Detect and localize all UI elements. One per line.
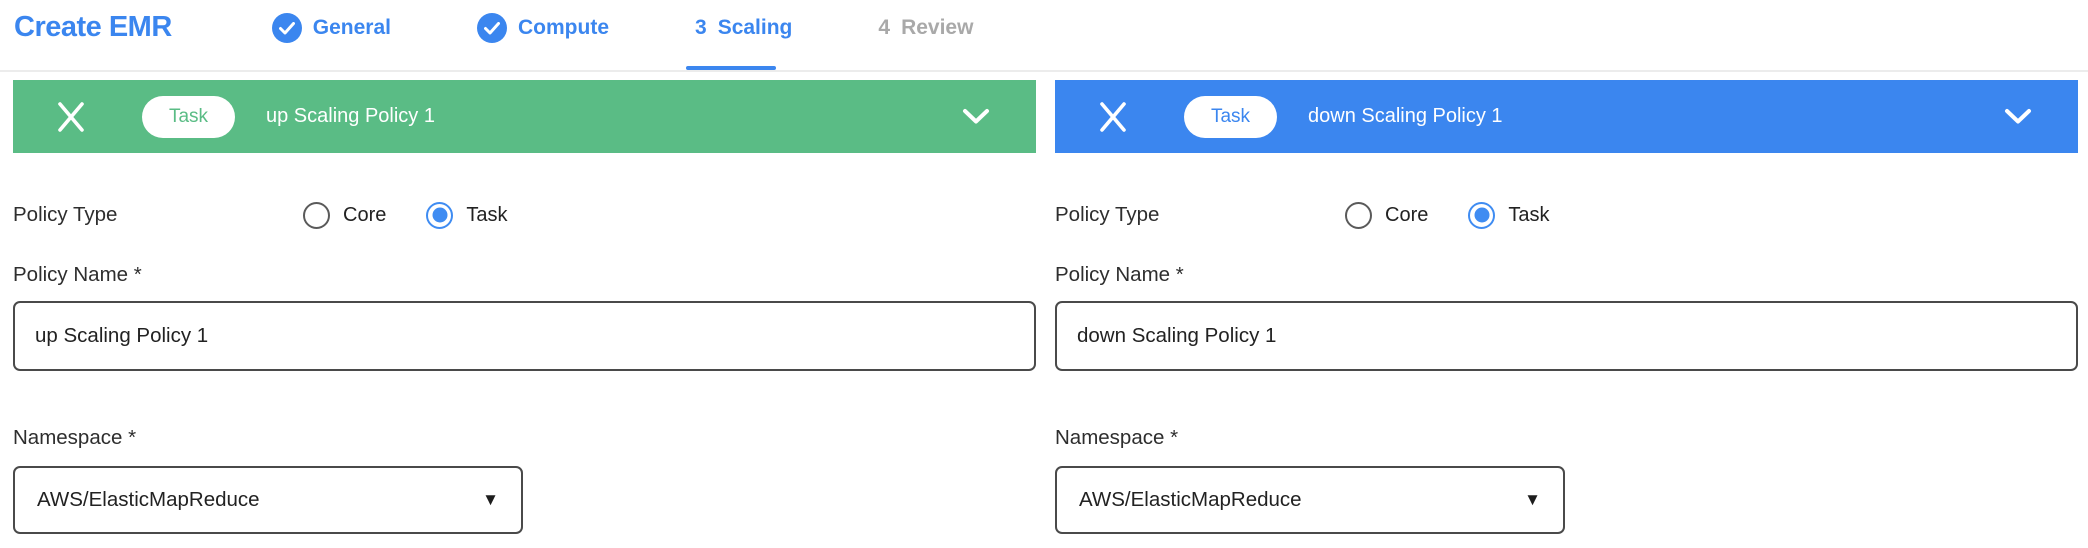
policy-card-header[interactable]: Task down Scaling Policy 1 xyxy=(1055,80,2078,153)
page-title: Create EMR xyxy=(14,12,172,42)
namespace-select[interactable]: AWS/ElasticMapReduce ▼ xyxy=(1055,466,1565,534)
radio-task-circle-icon[interactable] xyxy=(426,202,453,229)
radio-core-label: Core xyxy=(1385,204,1428,227)
policy-type-badge: Task xyxy=(1184,96,1277,138)
policy-type-badge: Task xyxy=(142,96,235,138)
caret-down-icon: ▼ xyxy=(1524,490,1541,510)
radio-task[interactable]: Task xyxy=(1468,202,1549,229)
step-label: Scaling xyxy=(718,16,793,40)
close-icon[interactable] xyxy=(55,100,87,134)
policy-name-input[interactable] xyxy=(13,301,1036,371)
namespace-select[interactable]: AWS/ElasticMapReduce ▼ xyxy=(13,466,523,534)
chevron-down-icon[interactable] xyxy=(2004,108,2032,125)
namespace-select-value: AWS/ElasticMapReduce xyxy=(37,488,260,512)
policy-card-title: up Scaling Policy 1 xyxy=(266,105,435,128)
radio-core[interactable]: Core xyxy=(1345,202,1428,229)
policy-name-input[interactable] xyxy=(1055,301,2078,371)
radio-task-label: Task xyxy=(1508,204,1549,227)
radio-core-circle-icon[interactable] xyxy=(303,202,330,229)
radio-task-circle-icon[interactable] xyxy=(1468,202,1495,229)
step-label: Compute xyxy=(518,16,609,40)
step-number: 4 xyxy=(878,16,890,40)
step-label: Review xyxy=(901,16,973,40)
radio-core-label: Core xyxy=(343,204,386,227)
step-compute[interactable]: Compute xyxy=(477,12,609,44)
scale-down-policy-card: Task down Scaling Policy 1 Policy Type C… xyxy=(1055,80,2078,534)
namespace-label: Namespace * xyxy=(13,426,1036,450)
policy-type-label: Policy Type xyxy=(13,203,303,227)
radio-core-circle-icon[interactable] xyxy=(1345,202,1372,229)
policy-name-label: Policy Name * xyxy=(13,263,1036,287)
step-general[interactable]: General xyxy=(272,12,391,44)
step-scaling[interactable]: 3 Scaling xyxy=(695,12,792,44)
check-circle-icon xyxy=(477,13,507,43)
step-review[interactable]: 4 Review xyxy=(878,12,973,44)
scaling-policies-row: Task up Scaling Policy 1 Policy Type Cor… xyxy=(0,72,2088,534)
wizard-header: Create EMR General Compute 3 Scaling 4 R… xyxy=(0,0,2088,72)
policy-type-row: Policy Type Core Task xyxy=(13,200,1036,230)
check-circle-icon xyxy=(272,13,302,43)
policy-type-label: Policy Type xyxy=(1055,203,1345,227)
chevron-down-icon[interactable] xyxy=(962,108,990,125)
namespace-label: Namespace * xyxy=(1055,426,2078,450)
step-number: 3 xyxy=(695,16,707,40)
radio-task-label: Task xyxy=(466,204,507,227)
step-label: General xyxy=(313,16,391,40)
caret-down-icon: ▼ xyxy=(482,490,499,510)
close-icon[interactable] xyxy=(1097,100,1129,134)
scale-up-policy-card: Task up Scaling Policy 1 Policy Type Cor… xyxy=(13,80,1036,534)
policy-type-row: Policy Type Core Task xyxy=(1055,200,2078,230)
radio-task[interactable]: Task xyxy=(426,202,507,229)
policy-card-title: down Scaling Policy 1 xyxy=(1308,105,1503,128)
policy-name-label: Policy Name * xyxy=(1055,263,2078,287)
policy-card-header[interactable]: Task up Scaling Policy 1 xyxy=(13,80,1036,153)
namespace-select-value: AWS/ElasticMapReduce xyxy=(1079,488,1302,512)
radio-core[interactable]: Core xyxy=(303,202,386,229)
